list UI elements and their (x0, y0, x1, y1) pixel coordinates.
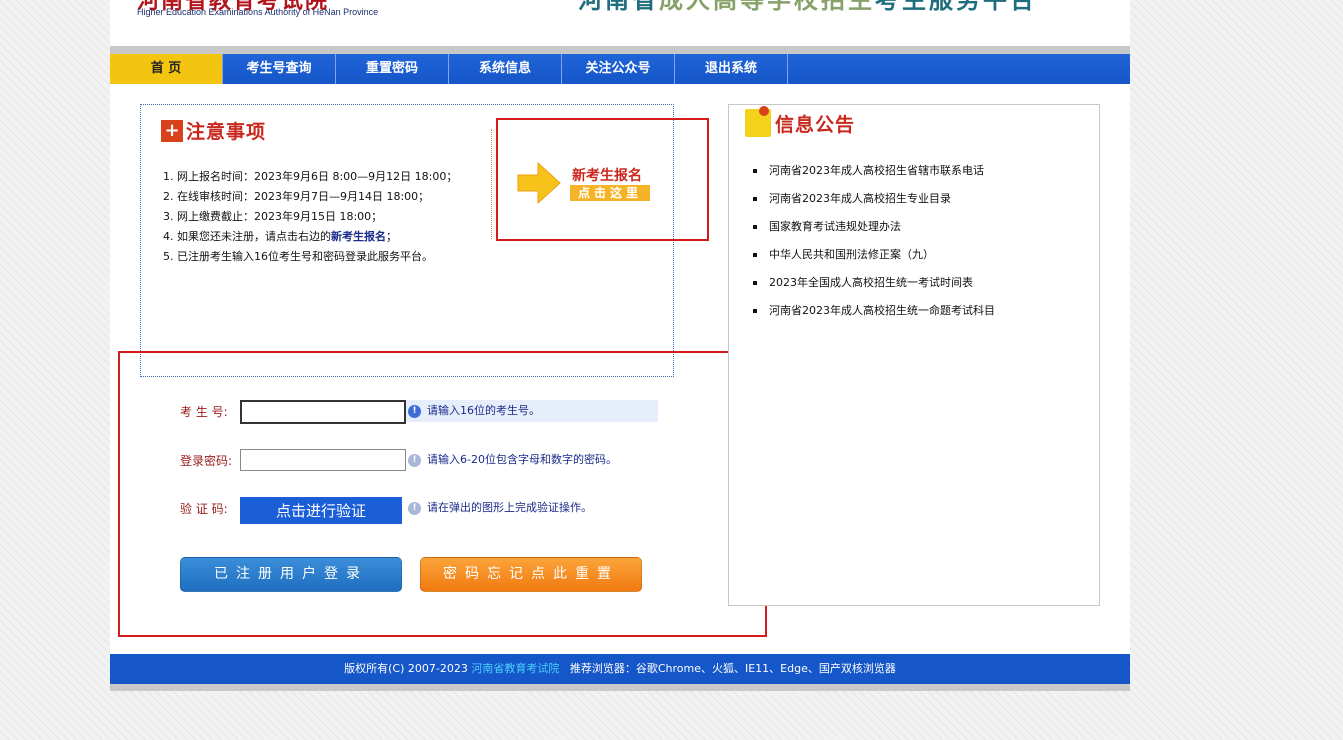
notice-item: 2. 在线审核时间：2023年9月7日—9月14日 18:00； (163, 190, 430, 203)
reset-password-button[interactable]: 密码忘记点此重置 (420, 557, 642, 592)
announcement-link[interactable]: 河南省2023年成人高校招生省辖市联系电话 (769, 164, 984, 177)
nav-exit-system[interactable]: 退出系统 (675, 54, 788, 84)
header-divider (110, 46, 1130, 54)
page: 河南省教育考试院 Higher Education Examinations A… (110, 0, 1130, 691)
announcement-link[interactable]: 国家教育考试违规处理办法 (769, 220, 901, 233)
site-title: 河南省成人高等学校招生考生服务平台 (578, 0, 1037, 14)
notice-item: 1. 网上报名时间：2023年9月6日 8:00—9月12日 18:00； (163, 170, 458, 183)
header: 河南省教育考试院 Higher Education Examinations A… (110, 0, 1130, 46)
password-label: 登录密码: (180, 454, 233, 468)
nav-bar: 首 页 考生号查询 重置密码 系统信息 关注公众号 退出系统 (110, 54, 1130, 84)
click-here-label: 点击这里 (570, 185, 650, 201)
announcement-header: 信息公告 (745, 106, 856, 141)
announcement-item: 河南省2023年成人高校招生统一命题考试科目 (753, 297, 995, 325)
new-register-label: 新考生报名 (572, 168, 642, 184)
footer-copyright: 版权所有(C) 2007-2023 (344, 662, 472, 675)
announcement-link[interactable]: 中华人民共和国刑法修正案（九） (769, 248, 934, 261)
footer: 版权所有(C) 2007-2023 河南省教育考试院 推荐浏览器：谷歌Chrom… (110, 654, 1130, 684)
announcement-item: 2023年全国成人高校招生统一考试时间表 (753, 269, 995, 297)
plus-icon: + (161, 119, 183, 142)
notice-new-register-highlight: 新考生报名 (331, 230, 386, 243)
verify-hint-text: 请在弹出的图形上完成验证操作。 (427, 501, 592, 514)
notepad-icon (745, 106, 771, 137)
announcement-item: 中华人民共和国刑法修正案（九） (753, 241, 995, 269)
exam-number-hint-text: 请输入16位的考生号。 (427, 404, 540, 417)
notice-title: 注意事项 (186, 121, 267, 143)
announcement-link[interactable]: 河南省2023年成人高校招生统一命题考试科目 (769, 304, 995, 317)
verify-hint: ! 请在弹出的图形上完成验证操作。 (406, 497, 592, 519)
login-highlight-box (118, 351, 767, 637)
notice-item: 4. 如果您还未注册，请点击右边的新考生报名； (163, 227, 457, 247)
password-hint-text: 请输入6-20位包含字母和数字的密码。 (427, 453, 617, 466)
site-title-part1: 河南省 (578, 0, 659, 14)
announcement-item: 河南省2023年成人高校招生省辖市联系电话 (753, 157, 995, 185)
notice-item: 3. 网上缴费截止：2023年9月15日 18:00； (163, 210, 383, 223)
verify-label: 验 证 码: (180, 502, 228, 516)
notice-list: 1. 网上报名时间：2023年9月6日 8:00—9月12日 18:00； 2.… (163, 167, 457, 267)
arrow-right-icon (517, 161, 561, 205)
nav-follow-official-account[interactable]: 关注公众号 (562, 54, 675, 84)
exam-number-label: 考 生 号: (180, 405, 228, 419)
nav-system-info[interactable]: 系统信息 (449, 54, 562, 84)
logo-subtitle-en: Higher Education Examinations Authority … (137, 7, 379, 17)
notice-item-suffix: ； (386, 230, 397, 243)
exam-number-hint: ! 请输入16位的考生号。 (406, 400, 658, 422)
announcement-link[interactable]: 河南省2023年成人高校招生专业目录 (769, 192, 951, 205)
exam-number-input[interactable] (240, 400, 406, 424)
announcement-title: 信息公告 (775, 113, 856, 136)
footer-browsers: 推荐浏览器：谷歌Chrome、火狐、IE11、Edge、国产双核浏览器 (559, 662, 896, 675)
nav-exam-number-query[interactable]: 考生号查询 (223, 54, 336, 84)
login-button[interactable]: 已注册用户登录 (180, 557, 402, 592)
password-hint: ! 请输入6-20位包含字母和数字的密码。 (406, 449, 617, 471)
info-icon: ! (408, 404, 421, 418)
info-icon: ! (408, 501, 421, 515)
site-title-part3: 考生服务平台 (875, 0, 1037, 14)
verify-button[interactable]: 点击进行验证 (240, 497, 402, 524)
new-register-link[interactable]: 新考生报名 点击这里 (516, 160, 662, 206)
footer-org-link[interactable]: 河南省教育考试院 (471, 662, 559, 675)
password-input[interactable] (240, 449, 406, 471)
nav-reset-password[interactable]: 重置密码 (336, 54, 449, 84)
notice-item: 5. 已注册考生输入16位考生号和密码登录此服务平台。 (163, 250, 433, 263)
nav-home[interactable]: 首 页 (110, 54, 223, 84)
notice-item-text: 4. 如果您还未注册，请点击右边的 (163, 230, 331, 243)
notice-header: + 注意事项 (161, 117, 267, 143)
footer-divider (110, 684, 1130, 691)
announcement-link[interactable]: 2023年全国成人高校招生统一考试时间表 (769, 276, 973, 289)
site-title-part2: 成人高等学校招生 (659, 0, 875, 14)
announcement-list: 河南省2023年成人高校招生省辖市联系电话 河南省2023年成人高校招生专业目录… (753, 157, 995, 325)
notice-divider (491, 129, 492, 239)
announcement-item: 国家教育考试违规处理办法 (753, 213, 995, 241)
announcement-item: 河南省2023年成人高校招生专业目录 (753, 185, 995, 213)
info-icon: ! (408, 453, 421, 467)
announcement-panel: 信息公告 河南省2023年成人高校招生省辖市联系电话 河南省2023年成人高校招… (728, 104, 1100, 606)
